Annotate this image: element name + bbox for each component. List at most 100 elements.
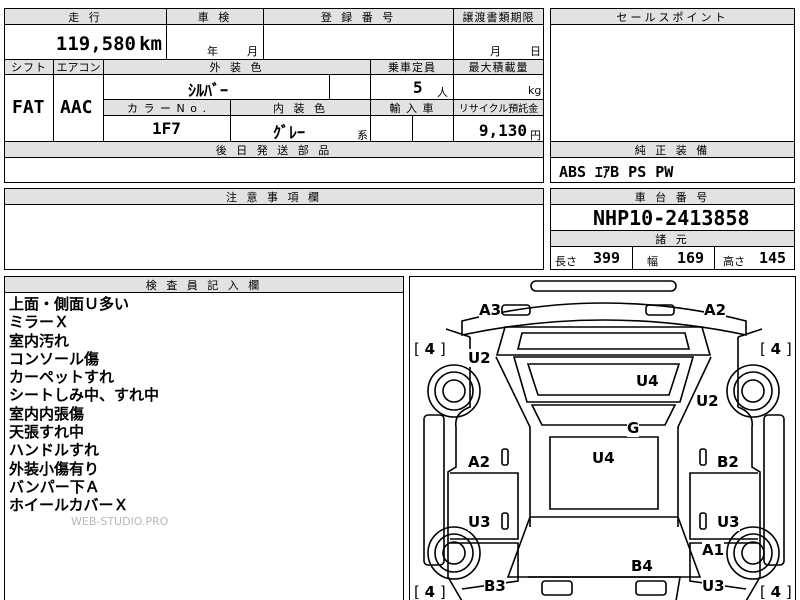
- inspection-header: 車 検: [166, 8, 264, 25]
- exterior-color-header: 外 装 色: [103, 59, 371, 75]
- interior-color-header: 内 装 色: [230, 99, 371, 116]
- inspector-notes-cell: 上面・側面Ｕ多い ミラーＸ 室内汚れ コンソール傷 カーペットすれ シートしみ中…: [4, 292, 404, 600]
- note-line: ミラーＸ: [9, 313, 70, 332]
- car-diagram: [ 4 ] [ 4 ] [ 4 ] [ 4 ] A3 A2 U2 U4 U2 G…: [409, 276, 796, 600]
- recycle-value: 9,130: [478, 121, 527, 140]
- chassis-header: 車 台 番 号: [550, 188, 795, 205]
- damage-mark: A2: [468, 453, 491, 471]
- recycle-cell: 9,130 円: [453, 115, 544, 142]
- spec-width-cell: 幅 169: [632, 246, 715, 270]
- note-line: シートしみ中、すれ中: [9, 386, 160, 405]
- capacity-value: 5: [413, 78, 423, 97]
- damage-mark: B3: [484, 577, 506, 595]
- max-load-cell: kg: [453, 74, 544, 100]
- chassis-cell: NHP10-2413858: [550, 204, 795, 231]
- sales-point-cell: [550, 24, 795, 142]
- capacity-unit: 人: [437, 86, 448, 99]
- damage-mark: B2: [717, 453, 739, 471]
- damage-mark: U3: [702, 577, 725, 595]
- damage-mark: U2: [696, 392, 719, 410]
- import-header: 輸 入 車: [370, 99, 454, 116]
- damage-mark: U4: [636, 372, 659, 390]
- note-line: 室内汚れ: [9, 331, 70, 350]
- tire-depth-front-right: [ 4 ]: [760, 340, 792, 358]
- note-line: 天張すれ中: [9, 423, 85, 442]
- damage-mark: U3: [717, 513, 740, 531]
- shift-cell: FAT: [4, 74, 54, 142]
- tire-depth-rear-left: [ 4 ]: [414, 583, 446, 600]
- mileage-value: 119,580: [55, 33, 136, 55]
- inspector-header: 検 査 員 記 入 欄: [4, 276, 404, 293]
- equipment-cell: ABS ｴｱB PS PW: [550, 157, 795, 183]
- max-load-header: 最大積載量: [453, 59, 544, 75]
- color-no-value: 1F7: [152, 119, 181, 138]
- note-line: 外装小傷有り: [9, 459, 100, 478]
- note-line: バンパー下Ａ: [9, 477, 100, 496]
- note-line: 上面・側面Ｕ多い: [9, 295, 130, 313]
- sales-point-header: セールスポイント: [550, 8, 795, 25]
- equipment-value: ABS ｴｱB PS PW: [559, 163, 674, 181]
- spec-width-value: 169: [677, 249, 705, 267]
- spec-length-value: 399: [593, 249, 621, 267]
- capacity-cell: 5 人: [370, 74, 454, 100]
- equipment-header: 純 正 装 備: [550, 141, 795, 158]
- exterior-color-cell: ｼﾙﾊﾞｰ: [103, 74, 330, 100]
- later-parts-header: 後 日 発 送 部 品: [4, 141, 544, 158]
- note-line: 室内内張傷: [9, 404, 85, 423]
- ac-header: エアコン: [53, 59, 104, 75]
- interior-color-cell: ｸﾞﾚｰ 系: [230, 115, 371, 142]
- damage-mark: A3: [479, 301, 502, 319]
- mileage-header: 走 行: [4, 8, 167, 25]
- recycle-header: リサイクル預託金: [453, 99, 544, 116]
- inspection-year-unit: 年: [207, 45, 218, 58]
- spec-height-value: 145: [759, 249, 787, 267]
- damage-mark: B4: [631, 557, 653, 575]
- exterior-color-value: ｼﾙﾊﾞｰ: [188, 81, 229, 100]
- transfer-deadline-header: 譲渡書類期限: [453, 8, 544, 25]
- damage-mark: A2: [704, 301, 727, 319]
- color-no-cell: 1F7: [103, 115, 231, 142]
- transfer-month-unit: 月: [490, 45, 501, 58]
- registration-header: 登 録 番 号: [263, 8, 454, 25]
- import-cell-1: [370, 115, 413, 142]
- damage-mark: U3: [468, 513, 491, 531]
- max-load-unit: kg: [528, 84, 542, 97]
- transfer-day-unit: 日: [530, 45, 541, 58]
- interior-color-value: ｸﾞﾚｰ: [273, 123, 306, 142]
- spec-length-cell: 長さ 399: [550, 246, 633, 270]
- transfer-deadline-cell: 月 日: [453, 24, 544, 60]
- car-outline: [423, 280, 785, 600]
- registration-cell: [263, 24, 454, 60]
- tire-depth-rear-right: [ 4 ]: [760, 583, 792, 600]
- note-line: カーペットすれ: [9, 368, 115, 387]
- chassis-value: NHP10-2413858: [593, 206, 750, 230]
- spec-height-cell: 高さ 145: [714, 246, 795, 270]
- ac-cell: AAC: [53, 74, 104, 142]
- color-no-header: カ ラ ー N o .: [103, 99, 231, 116]
- watermark: WEB-STUDIO.PRO: [71, 515, 169, 528]
- exterior-color-extra-cell: [329, 74, 371, 100]
- tire-depth-front-left: [ 4 ]: [414, 340, 446, 358]
- note-line: ハンドルすれ: [9, 441, 100, 460]
- mileage-unit: km: [139, 33, 162, 55]
- specs-header: 諸 元: [550, 230, 795, 247]
- shift-value: FAT: [12, 97, 45, 118]
- caution-cell: [4, 204, 544, 270]
- spec-width-label: 幅: [647, 255, 658, 268]
- ac-value: AAC: [60, 97, 93, 118]
- damage-mark: A1: [702, 541, 725, 559]
- note-line: コンソール傷: [9, 349, 100, 368]
- capacity-header: 乗車定員: [370, 59, 454, 75]
- damage-mark: U2: [468, 349, 491, 367]
- damage-mark: U4: [592, 449, 615, 467]
- spec-height-label: 高さ: [723, 255, 745, 268]
- mileage-cell: 119,580 km: [4, 24, 167, 60]
- inspector-notes-list: 上面・側面Ｕ多い ミラーＸ 室内汚れ コンソール傷 カーペットすれ シートしみ中…: [9, 295, 159, 515]
- note-line: ホイールカバーＸ: [9, 496, 129, 515]
- spec-length-label: 長さ: [555, 255, 577, 268]
- damage-mark: G: [627, 419, 640, 437]
- inspection-cell: 年 月: [166, 24, 264, 60]
- import-cell-2: [412, 115, 454, 142]
- caution-header: 注 意 事 項 欄: [4, 188, 544, 205]
- shift-header: シフト: [4, 59, 54, 75]
